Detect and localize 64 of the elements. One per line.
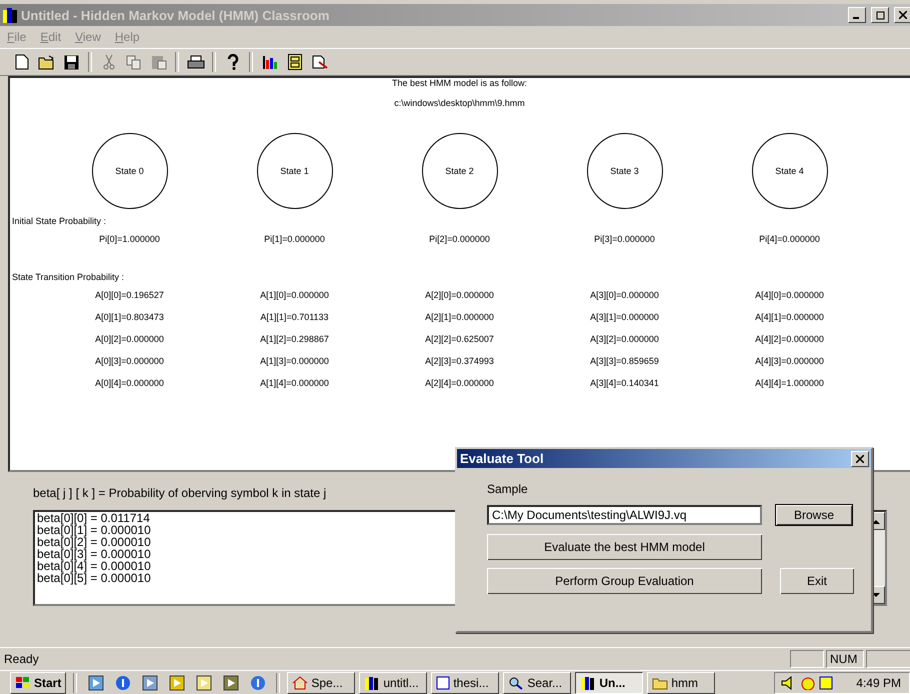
probability-value: A[3][2]=0.000000 (590, 334, 659, 344)
window-title: Untitled - Hidden Markov Model (HMM) Classroom (21, 8, 330, 22)
list-item: beta[0][5] = 0.000010 (37, 572, 151, 584)
exit-button[interactable]: Exit (780, 568, 854, 594)
heading: The best HMM model is as follow: (392, 78, 528, 88)
probability-value: A[4][4]=1.000000 (755, 378, 824, 388)
state-label: State 2 (445, 166, 474, 176)
browse-button[interactable]: Browse (775, 504, 853, 526)
state-label: State 0 (115, 166, 144, 176)
probability-value: A[1][2]=0.298867 (260, 334, 329, 344)
field-label: Sample (487, 482, 529, 496)
probability-value: A[0][2]=0.000000 (95, 334, 164, 344)
taskbar-button[interactable]: untitl... (359, 672, 428, 694)
state-label: State 4 (775, 166, 804, 176)
start-button[interactable]: Start (10, 672, 66, 694)
probability-value: A[0][0]=0.196527 (95, 290, 164, 300)
probability-value: A[3][3]=0.859659 (590, 356, 659, 366)
probability-value: A[0][3]=0.000000 (95, 356, 164, 366)
probability-value: A[2][1]=0.000000 (425, 312, 494, 322)
probability-value: A[2][4]=0.000000 (425, 378, 494, 388)
probability-value: A[4][2]=0.000000 (755, 334, 824, 344)
section-label: Initial State Probability : (12, 216, 106, 226)
probability-value: A[3][1]=0.000000 (590, 312, 659, 322)
list-item: beta[0][0] = 0.011714 (37, 512, 150, 524)
probability-value: Pi[0]=1.000000 (99, 234, 160, 244)
file-path: c:\windows\desktop\hmm\9.hmm (394, 98, 525, 108)
probability-value: A[3][0]=0.000000 (590, 290, 659, 300)
status-text: Ready (3, 652, 40, 666)
probability-value: A[4][1]=0.000000 (755, 312, 824, 322)
status-indicator: NUM (826, 650, 864, 668)
clock: 4:49 PM (856, 676, 902, 690)
probability-value: A[2][3]=0.374993 (425, 356, 494, 366)
group-evaluation-button[interactable]: Perform Group Evaluation (487, 568, 762, 594)
probability-value: Pi[4]=0.000000 (759, 234, 820, 244)
probability-value: A[1][3]=0.000000 (260, 356, 329, 366)
list-item: beta[0][1] = 0.000010 (37, 524, 151, 536)
probability-value: Pi[3]=0.000000 (594, 234, 655, 244)
probability-value: A[3][4]=0.140341 (590, 378, 659, 388)
probability-value: A[4][3]=0.000000 (755, 356, 824, 366)
taskbar-button[interactable]: Spe... (287, 672, 356, 694)
probability-value: Pi[1]=0.000000 (264, 234, 325, 244)
probability-value: A[4][0]=0.000000 (755, 290, 824, 300)
evaluate-button[interactable]: Evaluate the best HMM model (487, 534, 762, 560)
list-item: beta[0][3] = 0.000010 (37, 548, 151, 560)
dialog-title: Evaluate Tool (460, 451, 544, 466)
taskbar-button[interactable]: Un... (575, 672, 644, 694)
taskbar-button[interactable]: hmm (647, 672, 716, 694)
section-label: State Transition Probability : (12, 272, 124, 282)
caption: beta[ j ] [ k ] = Probability of oberving symbol k in state j (33, 486, 326, 500)
probability-value: A[1][0]=0.000000 (260, 290, 329, 300)
probability-value: A[1][4]=0.000000 (260, 378, 329, 388)
probability-value: A[2][0]=0.000000 (425, 290, 494, 300)
taskbar-button[interactable]: Sear... (503, 672, 572, 694)
list-item: beta[0][2] = 0.000010 (37, 536, 151, 548)
sample-field[interactable]: C:\My Documents\testing\ALWI9J.vq (487, 505, 762, 525)
probability-value: A[1][1]=0.701133 (260, 312, 329, 322)
probability-value: A[0][1]=0.803473 (95, 312, 164, 322)
probability-value: Pi[2]=0.000000 (429, 234, 490, 244)
taskbar-button[interactable]: thesi... (431, 672, 500, 694)
state-label: State 3 (610, 166, 639, 176)
probability-value: A[0][4]=0.000000 (95, 378, 164, 388)
probability-value: A[2][2]=0.625007 (425, 334, 494, 344)
list-item: beta[0][4] = 0.000010 (37, 560, 151, 572)
state-label: State 1 (280, 166, 309, 176)
